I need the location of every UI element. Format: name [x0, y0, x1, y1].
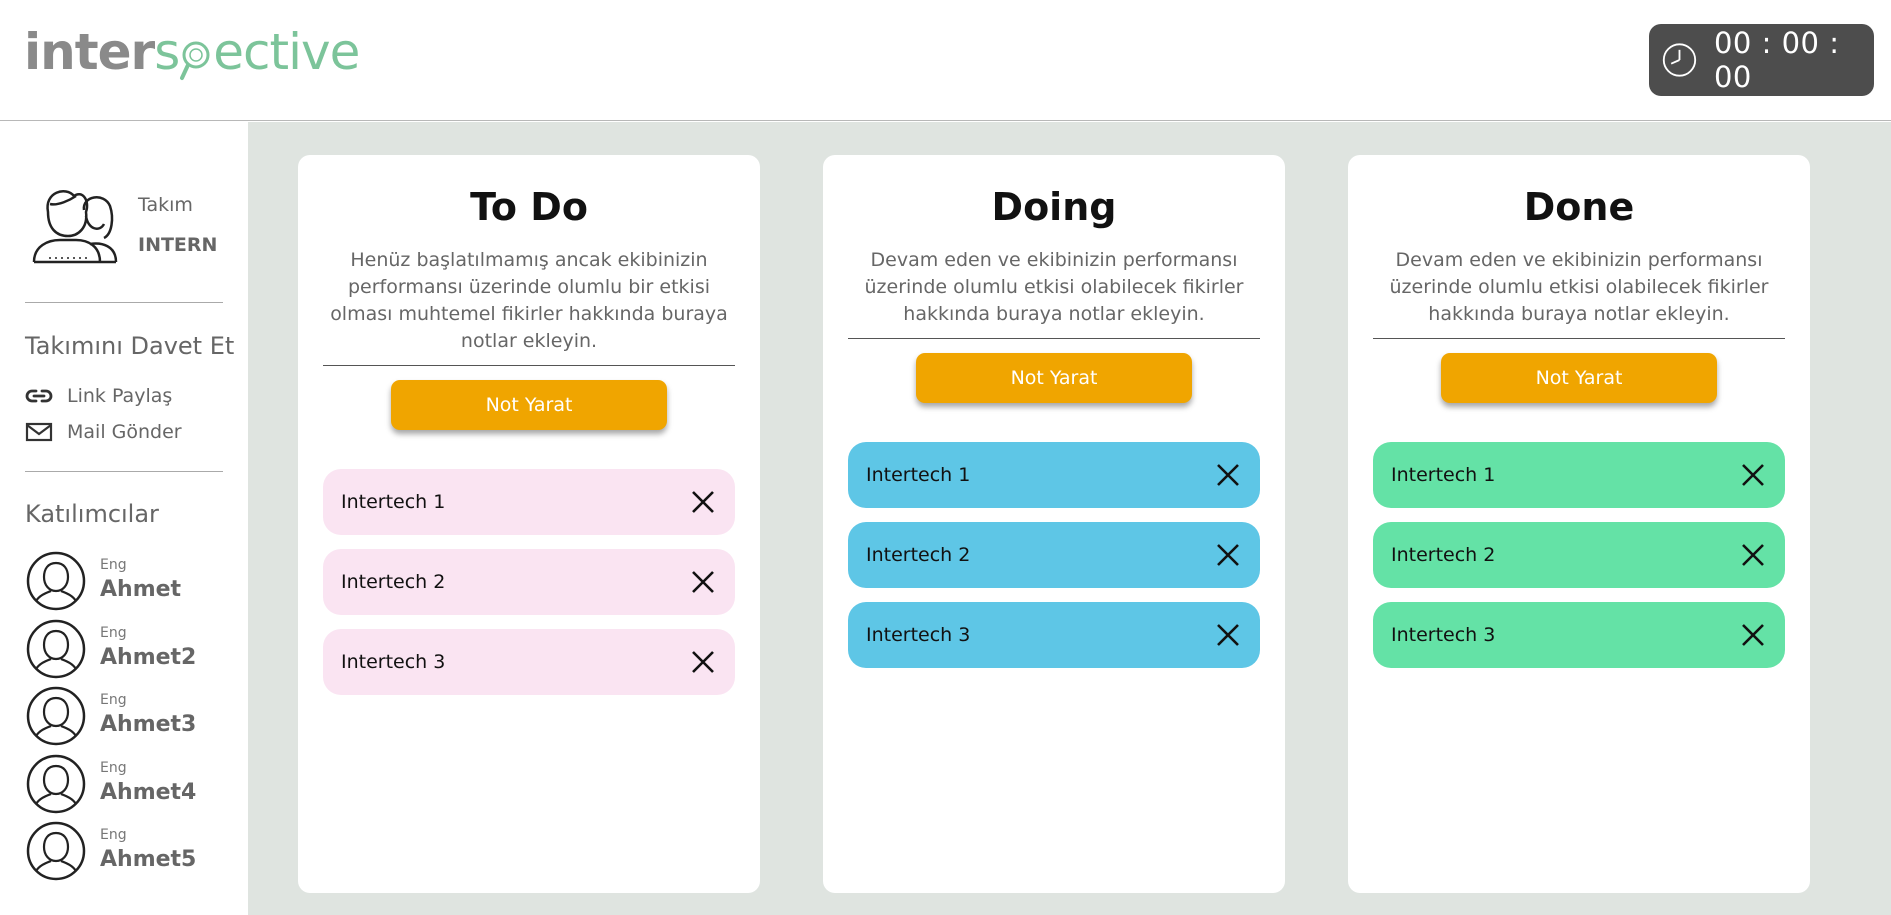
- divider: [1373, 338, 1785, 339]
- participant-role: Eng: [100, 827, 127, 843]
- close-icon[interactable]: [689, 488, 717, 516]
- user-avatar-icon: [26, 619, 86, 679]
- board: To Do Henüz başlatılmamış ancak ekibiniz…: [248, 122, 1891, 915]
- team-label: Takım: [138, 194, 193, 216]
- participant-role: Eng: [100, 625, 127, 641]
- note-title: Intertech 1: [341, 491, 446, 513]
- note-card[interactable]: Intertech 1: [1373, 442, 1785, 508]
- note-title: Intertech 2: [341, 571, 446, 593]
- timer: 00 : 00 : 00: [1649, 24, 1874, 96]
- column-description: Henüz başlatılmamış ancak ekibinizin per…: [330, 249, 728, 352]
- participant-item[interactable]: Eng Ahmet3: [26, 686, 226, 746]
- participant-role: Eng: [100, 692, 127, 708]
- participant-role: Eng: [100, 760, 127, 776]
- divider: [25, 302, 223, 303]
- team-info: Takım INTERN: [30, 182, 230, 267]
- divider: [25, 471, 223, 472]
- column-title: Done: [1523, 185, 1635, 229]
- note-card[interactable]: Intertech 3: [323, 629, 735, 695]
- create-note-button[interactable]: Not Yarat: [916, 353, 1192, 403]
- note-card[interactable]: Intertech 1: [848, 442, 1260, 508]
- user-avatar-icon: [26, 754, 86, 814]
- link-icon: [25, 389, 53, 403]
- note-card[interactable]: Intertech 3: [1373, 602, 1785, 668]
- close-icon[interactable]: [1214, 621, 1242, 649]
- participant-item[interactable]: Eng Ahmet5: [26, 821, 226, 881]
- participant-name: Ahmet4: [100, 780, 197, 805]
- user-avatar-icon: [26, 686, 86, 746]
- participant-item[interactable]: Eng Ahmet: [26, 551, 226, 611]
- column-done: Done Devam eden ve ekibinizin performans…: [1348, 155, 1810, 893]
- mail-icon: [25, 422, 53, 442]
- clock-icon: [1662, 43, 1697, 77]
- participant-name: Ahmet5: [100, 847, 197, 872]
- close-icon[interactable]: [1739, 621, 1767, 649]
- note-card[interactable]: Intertech 2: [323, 549, 735, 615]
- create-note-button[interactable]: Not Yarat: [391, 380, 667, 430]
- column-doing: Doing Devam eden ve ekibinizin performan…: [823, 155, 1285, 893]
- note-card[interactable]: Intertech 3: [848, 602, 1260, 668]
- column-description: Devam eden ve ekibinizin performansı üze…: [864, 249, 1244, 325]
- participant-name: Ahmet3: [100, 712, 197, 737]
- close-icon[interactable]: [689, 648, 717, 676]
- close-icon[interactable]: [689, 568, 717, 596]
- participant-role: Eng: [100, 557, 127, 573]
- create-note-button[interactable]: Not Yarat: [1441, 353, 1717, 403]
- close-icon[interactable]: [1739, 541, 1767, 569]
- team-name: INTERN: [138, 234, 218, 256]
- note-title: Intertech 3: [341, 651, 446, 673]
- participants-title: Katılımcılar: [25, 500, 159, 528]
- logo[interactable]: inter s ective: [24, 22, 360, 102]
- logo-text-s: s: [154, 23, 180, 81]
- timer-value: 00 : 00 : 00: [1713, 26, 1840, 94]
- user-avatar-icon: [26, 821, 86, 881]
- close-icon[interactable]: [1214, 541, 1242, 569]
- team-avatar-icon: [32, 190, 118, 264]
- note-title: Intertech 3: [866, 624, 971, 646]
- participant-name: Ahmet: [100, 577, 182, 602]
- note-card[interactable]: Intertech 1: [323, 469, 735, 535]
- note-title: Intertech 1: [1391, 464, 1496, 486]
- user-avatar-icon: [26, 551, 86, 611]
- invite-title: Takımını Davet Et: [25, 332, 235, 360]
- close-icon[interactable]: [1739, 461, 1767, 489]
- send-mail-label: Mail Gönder: [67, 421, 182, 443]
- sidebar: Takım INTERN Takımını Davet Et Link Payl…: [0, 122, 248, 915]
- column-title: Doing: [991, 185, 1117, 229]
- divider: [323, 365, 735, 366]
- send-mail-button[interactable]: Mail Gönder: [25, 418, 182, 446]
- participant-item[interactable]: Eng Ahmet2: [26, 619, 226, 679]
- note-card[interactable]: Intertech 2: [848, 522, 1260, 588]
- magnifier-icon: [179, 22, 213, 82]
- note-title: Intertech 2: [1391, 544, 1496, 566]
- share-link-label: Link Paylaş: [67, 385, 173, 407]
- note-title: Intertech 2: [866, 544, 971, 566]
- note-title: Intertech 1: [866, 464, 971, 486]
- close-icon[interactable]: [1214, 461, 1242, 489]
- column-description: Devam eden ve ekibinizin performansı üze…: [1389, 249, 1769, 325]
- note-card[interactable]: Intertech 2: [1373, 522, 1785, 588]
- divider: [848, 338, 1260, 339]
- participant-item[interactable]: Eng Ahmet4: [26, 754, 226, 814]
- note-title: Intertech 3: [1391, 624, 1496, 646]
- column-title: To Do: [470, 185, 588, 229]
- logo-text-ective: ective: [213, 23, 360, 81]
- participant-name: Ahmet2: [100, 645, 197, 670]
- header: inter s ective 00 : 00 : 00: [0, 0, 1891, 121]
- column-todo: To Do Henüz başlatılmamış ancak ekibiniz…: [298, 155, 760, 893]
- logo-text-inter: inter: [24, 23, 155, 81]
- share-link-button[interactable]: Link Paylaş: [25, 382, 172, 410]
